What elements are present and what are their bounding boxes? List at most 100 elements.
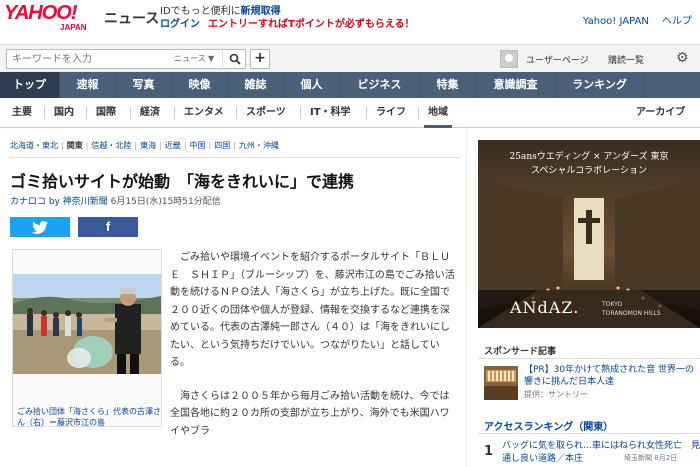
andaz-logo: ANdAZ. (510, 298, 580, 317)
photo-illustration (13, 274, 161, 374)
top-links: Yahoo! JAPAN ヘルプ (573, 12, 692, 27)
divider (300, 107, 301, 119)
divider (478, 433, 700, 434)
sub-nav-domestic[interactable]: 国内 (54, 98, 74, 128)
ranking-date: 8月2日 (654, 454, 678, 462)
sub-nav-entertainment[interactable]: エンタメ (184, 98, 224, 128)
ad-headline: 25ansウエディング × アンダーズ 東京 スペシャルコラボレーション (478, 150, 700, 178)
search-button[interactable] (222, 49, 246, 69)
ad-location-line1: TOKYO (602, 301, 623, 308)
main-nav-video[interactable]: 映像 (172, 72, 228, 98)
promo-block: IDでもっと便利に新規取得 ログイン エントリーすればTポイントが必ずもらえる！ (160, 5, 415, 31)
region-kanto[interactable]: 関東 (67, 141, 83, 150)
section-label[interactable]: ニュース (104, 8, 159, 28)
main-nav: トップ 速報 写真 映像 雑誌 個人 ビジネス 特集 意識調査 ランキング (0, 72, 700, 98)
main-nav-survey[interactable]: 意識調査 (476, 72, 556, 98)
divider (174, 107, 175, 119)
sub-nav-sports[interactable]: スポーツ (246, 98, 286, 128)
sub-nav-it-science[interactable]: IT・科学 (310, 98, 351, 128)
divider (10, 157, 460, 158)
login-link[interactable]: ログイン (160, 19, 200, 30)
sub-nav-economy[interactable]: 経済 (140, 98, 160, 128)
article-paragraph: ごみ拾いや環境イベントを紹介するポータルサイト「ＢＬＵＥ ＳＨＩＰ」（ブルーシッ… (170, 252, 455, 368)
region-chugoku[interactable]: 中国 (190, 141, 206, 150)
region-shinetsu-hokuriku[interactable]: 信越・北陸 (91, 141, 131, 150)
sub-nav-archive[interactable]: アーカイブ (636, 98, 685, 128)
help-link[interactable]: ヘルプ (662, 16, 692, 27)
user-page-link[interactable]: ユーザーページ (500, 47, 596, 71)
article-headline: ゴミ拾いサイトが始動 「海をきれいに」で連携 (10, 172, 355, 191)
sponsored-title-link[interactable]: 【PR】30年かけて熟成された音 世界一の響きに挑んだ日本人達 (524, 364, 700, 388)
main-nav-individual[interactable]: 個人 (284, 72, 340, 98)
scope-label: ニュース (174, 54, 206, 63)
ad-brand-bar: ANdAZ. TOKYO TORANOMON HILLS (478, 290, 700, 328)
divider (366, 107, 367, 119)
sponsored-provider: 提供：サントリー (524, 390, 588, 399)
main-nav-feature[interactable]: 特集 (420, 72, 476, 98)
concert-hall-image (484, 366, 518, 400)
divider (130, 107, 131, 119)
region-nav: 北海道・東北 | 関東 | 信越・北陸 | 東海 | 近畿 | 中国 | 四国 | 九州・沖縄 (10, 141, 279, 150)
sub-nav-international[interactable]: 国際 (96, 98, 116, 128)
sub-nav-main[interactable]: 主要 (12, 98, 32, 128)
article-photo-box: ごみ拾い団体「海さくら」代表の古澤さん（右）＝藤沢市江の島 (12, 249, 162, 427)
yahoo-japan-link[interactable]: Yahoo! JAPAN (583, 16, 649, 27)
points-promo-link[interactable]: エントリーすればTポイントが必ずもらえる！ (208, 19, 415, 30)
plus-icon: + (254, 50, 266, 66)
ad-location: TOKYO TORANOMON HILLS (602, 300, 661, 318)
promo-text: IDでもっと便利に (160, 6, 241, 17)
article-byline: カナロコ by 神奈川新聞 6月15日(水)15時51分配信 (10, 194, 221, 207)
main-nav-top[interactable]: トップ (0, 72, 60, 98)
add-button[interactable]: + (250, 49, 270, 69)
main-nav-business[interactable]: ビジネス (340, 72, 420, 98)
divider (86, 107, 87, 119)
article-photo[interactable] (13, 274, 161, 374)
article-source-link[interactable]: カナロコ by 神奈川新聞 (10, 197, 108, 207)
divider (478, 358, 700, 359)
twitter-icon (32, 220, 48, 234)
article-date: 6月15日(水)15時51分配信 (110, 197, 221, 207)
region-tokai[interactable]: 東海 (140, 141, 156, 150)
gear-icon[interactable]: ⚙ (676, 50, 692, 66)
sub-nav-region[interactable]: 地域 (424, 98, 452, 128)
search-icon (229, 53, 241, 65)
divider (236, 107, 237, 119)
main-nav-ranking[interactable]: ランキング (556, 72, 644, 98)
logo-text: YAHOO! (4, 2, 78, 24)
region-kinki[interactable]: 近畿 (165, 141, 181, 150)
twitter-share-button[interactable] (10, 217, 70, 237)
yahoo-logo[interactable]: YAHOO! JAPAN (4, 3, 104, 37)
facebook-share-button[interactable]: f (78, 217, 138, 237)
top-bar: YAHOO! JAPAN ニュース IDでもっと便利に新規取得 ログイン エントリ… (0, 0, 700, 44)
main-nav-magazine[interactable]: 雑誌 (228, 72, 284, 98)
sponsored-heading: スポンサード記事 (484, 347, 557, 357)
ranking-item-meta: 埼玉新聞 8月2日 (624, 453, 677, 463)
ad-line2: スペシャルコラボレーション (530, 166, 647, 176)
banner-ad[interactable]: 25ansウエディング × アンダーズ 東京 スペシャルコラボレーション ANd… (478, 140, 700, 328)
signup-link[interactable]: 新規取得 (241, 6, 281, 17)
article-body: ごみ拾いや環境イベントを紹介するポータルサイト「ＢＬＵＥ ＳＨＩＰ」（ブルーシッ… (170, 249, 456, 456)
region-shikoku[interactable]: 四国 (214, 141, 230, 150)
subscribe-list-link[interactable]: 購読一覧 (608, 53, 644, 66)
region-kyushu-okinawa[interactable]: 九州・沖縄 (239, 141, 279, 150)
sub-nav: 主要 国内 国際 経済 エンタメ スポーツ IT・科学 ライフ 地域 アーカイブ (0, 98, 700, 128)
divider (418, 107, 419, 119)
region-hokkaido-tohoku[interactable]: 北海道・東北 (10, 141, 58, 150)
avatar (500, 50, 518, 68)
search-scope-select[interactable]: ニュース ▼ (174, 53, 214, 64)
user-page-label: ユーザーページ (526, 55, 589, 66)
ranking-heading[interactable]: アクセスランキング（関東） (484, 418, 613, 433)
ad-line1: 25ansウエディング × アンダーズ 東京 (509, 152, 669, 162)
ad-location-line2: TORANOMON HILLS (602, 310, 661, 317)
logo-sub: JAPAN (60, 23, 87, 32)
photo-caption[interactable]: ごみ拾い団体「海さくら」代表の古澤さん（右）＝藤沢市江の島 (17, 406, 163, 428)
chevron-down-icon: ▼ (208, 54, 215, 63)
search-row: ニュース ▼ + ユーザーページ 購読一覧 ⚙ (0, 44, 700, 72)
article-paragraph: 海さくらは２００５年から毎月ごみ拾い活動を続け、今では全国各地に約２０カ所の支部… (170, 390, 450, 437)
ranking-number: 1 (484, 444, 494, 459)
sponsored-thumbnail[interactable] (484, 366, 518, 400)
main-nav-breaking[interactable]: 速報 (60, 72, 116, 98)
ranking-source: 埼玉新聞 (624, 454, 652, 462)
sub-nav-life[interactable]: ライフ (376, 98, 406, 128)
main-nav-photo[interactable]: 写真 (116, 72, 172, 98)
